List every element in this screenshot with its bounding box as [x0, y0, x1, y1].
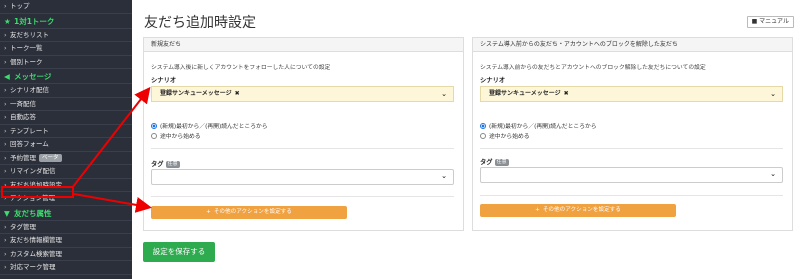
tag-label-text: タグ	[480, 159, 493, 166]
sidebar-item-label: カスタム検索管理	[10, 249, 62, 258]
sidebar: › トップ ★ 1対1トーク › 友だちリスト › トーク一覧 › 個別トーク ◀ メッセージ › シナリ…	[0, 0, 132, 279]
sidebar-item[interactable]: › タグ管理	[0, 221, 132, 234]
radio-unchecked-icon	[480, 133, 486, 139]
tag-label: タグ 任意	[480, 157, 509, 166]
sidebar-item-label: シナリオ配信	[10, 86, 49, 94]
sidebar-item-label: テンプレート	[10, 126, 49, 135]
optional-badge: 任意	[165, 161, 180, 168]
add-action-label: その他のアクションを設定する	[213, 209, 292, 215]
radio-label: 途中から始める	[160, 134, 201, 140]
plus-icon: +	[206, 209, 211, 215]
scenario-select[interactable]: 登録サンキューメッセージ ✖ ⌄	[480, 86, 783, 102]
annotation-highlight-box	[1, 186, 74, 198]
sidebar-item[interactable]: › 対応マーク管理	[0, 261, 132, 275]
panel-heading: システム導入前からの友だち・アカウントへのブロックを解除した友だち	[473, 38, 792, 52]
chevron-down-icon: ⌄	[770, 170, 776, 178]
sidebar-item[interactable]: › カスタム検索管理	[0, 248, 132, 261]
divider	[480, 148, 783, 149]
sidebar-item[interactable]: › 自動応答	[0, 111, 132, 125]
scenario-label: シナリオ	[480, 77, 506, 84]
panel-description: システム導入後に新しくアカウントをフォローした人についての設定	[151, 65, 331, 71]
radio-start-midway[interactable]: 途中から始める	[151, 131, 201, 140]
sidebar-item[interactable]: › 友だちリスト	[0, 29, 132, 42]
sidebar-item-label: 予約管理	[10, 153, 36, 162]
radio-checked-icon	[151, 123, 157, 129]
radio-start-midway[interactable]: 途中から始める	[480, 131, 530, 140]
radio-label: 途中から始める	[489, 134, 530, 140]
panel-heading: 新規友だち	[144, 38, 463, 52]
divider	[151, 148, 454, 149]
sidebar-item-label: リマインダ配信	[10, 167, 56, 175]
radio-label: (新規)最初から／(再開)読んだところから	[489, 124, 597, 130]
add-action-button[interactable]: + その他のアクションを設定する	[480, 204, 676, 217]
sidebar-item[interactable]: › トーク一覧	[0, 42, 132, 56]
radio-unchecked-icon	[151, 133, 157, 139]
sidebar-item-label: タグ管理	[10, 222, 36, 231]
manual-button[interactable]: ■ マニュアル	[746, 16, 794, 28]
main-content: 友だち追加時設定 ■ マニュアル 新規友だち システム導入後に新しくアカウントを…	[132, 0, 800, 279]
tag-select[interactable]: ⌄	[480, 167, 783, 183]
sidebar-section: ★ 1対1トーク	[0, 14, 132, 29]
page-title: 友だち追加時設定	[144, 15, 256, 31]
save-settings-button[interactable]: 設定を保存する	[143, 242, 215, 262]
radio-label: (新規)最初から／(再開)読んだところから	[160, 124, 268, 130]
divider	[480, 195, 783, 196]
sidebar-section: ▼ 友だち属性	[0, 206, 132, 221]
sidebar-item[interactable]: › 個別トーク	[0, 56, 132, 69]
sidebar-item-label: 友だち情報欄管理	[10, 236, 62, 244]
sidebar-item-label: 個別トーク	[10, 57, 43, 66]
sidebar-item-label: 友だちリスト	[10, 30, 49, 39]
radio-start-from-beginning[interactable]: (新規)最初から／(再開)読んだところから	[151, 121, 268, 130]
beta-badge: ベータ	[39, 153, 62, 162]
sidebar-item-label: 一斉配信	[10, 99, 36, 108]
tag-label: タグ 任意	[151, 159, 180, 168]
new-friend-panel: 新規友だち システム導入後に新しくアカウントをフォローした人についての設定 シナ…	[143, 37, 464, 231]
chevron-down-icon: ⌄	[441, 90, 447, 98]
sidebar-item[interactable]: › 予約管理 ベータ	[0, 152, 132, 165]
sidebar-section-label: 友だち属性	[14, 208, 52, 218]
add-action-button[interactable]: + その他のアクションを設定する	[151, 206, 347, 219]
sidebar-item[interactable]: › 回答フォーム	[0, 138, 132, 152]
sidebar-section: ◀ メッセージ	[0, 69, 132, 84]
sidebar-item-label: 対応マーク管理	[10, 263, 56, 271]
sidebar-item-label: トーク一覧	[10, 44, 43, 52]
add-action-label: その他のアクションを設定する	[542, 207, 621, 213]
star-icon: ★	[4, 16, 11, 26]
optional-badge: 任意	[494, 159, 509, 166]
scenario-value: 登録サンキューメッセージ	[160, 90, 232, 97]
panel-description: システム導入前からの友だちとアカウントへのブロック解除した友だちについての設定	[480, 65, 706, 71]
sidebar-item-label: 自動応答	[10, 113, 36, 121]
sidebar-item[interactable]: › 友だち情報欄管理	[0, 234, 132, 248]
sidebar-section-label: 1対1トーク	[14, 16, 55, 26]
tag-label-text: タグ	[151, 161, 164, 168]
scenario-select[interactable]: 登録サンキューメッセージ ✖ ⌄	[151, 86, 454, 102]
scenario-value: 登録サンキューメッセージ	[489, 90, 561, 97]
existing-friend-panel: システム導入前からの友だち・アカウントへのブロックを解除した友だち システム導入…	[472, 37, 793, 231]
sidebar-item-label: トップ	[10, 2, 30, 10]
remove-icon[interactable]: ✖	[564, 90, 569, 97]
plus-icon: +	[535, 207, 540, 213]
tag-select[interactable]: ⌄	[151, 169, 454, 185]
sidebar-item[interactable]: › トップ	[0, 0, 132, 14]
manual-button-label: マニュアル	[759, 18, 789, 25]
chevron-down-icon: ⌄	[770, 90, 776, 98]
chevron-down-icon: ⌄	[441, 172, 447, 180]
radio-start-from-beginning[interactable]: (新規)最初から／(再開)読んだところから	[480, 121, 597, 130]
sidebar-item[interactable]: › シナリオ配信	[0, 84, 132, 98]
sidebar-item[interactable]: › リマインダ配信	[0, 165, 132, 179]
sidebar-item[interactable]: › 一斉配信	[0, 98, 132, 111]
radio-checked-icon	[480, 123, 486, 129]
sidebar-section-label: メッセージ	[14, 72, 52, 81]
divider	[151, 196, 454, 197]
remove-icon[interactable]: ✖	[235, 90, 240, 97]
scenario-label: シナリオ	[151, 77, 177, 84]
megaphone-icon: ◀	[4, 72, 10, 81]
sidebar-item-label: 回答フォーム	[10, 140, 49, 148]
sidebar-item[interactable]: › テンプレート	[0, 125, 132, 138]
filter-icon: ▼	[4, 208, 10, 218]
